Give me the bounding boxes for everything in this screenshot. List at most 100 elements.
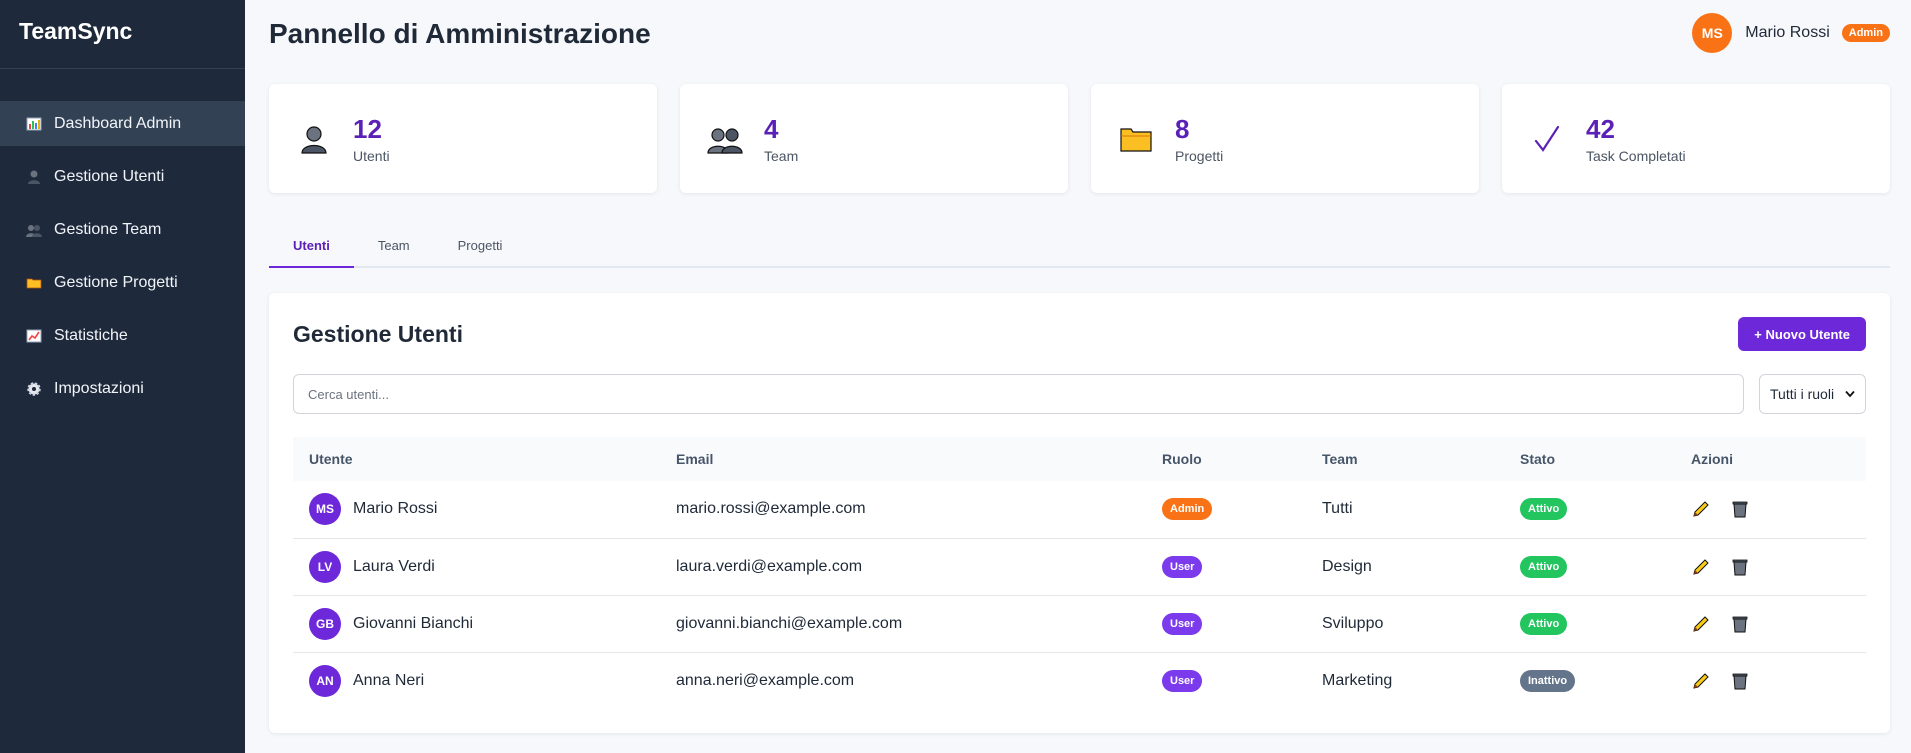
sidebar: TeamSync Dashboard Admin Gestione Utenti… <box>0 0 245 753</box>
trash-icon <box>1732 616 1748 632</box>
role-badge: User <box>1162 555 1203 578</box>
tab-utenti[interactable]: Utenti <box>269 228 354 268</box>
stat-label: Team <box>764 147 799 164</box>
line-chart-icon <box>25 327 43 345</box>
stats-row: 12 Utenti 4 Team 8 Progetti 42 Task Comp… <box>269 84 1890 193</box>
table-row: GB Giovanni Bianchi giovanni.bianchi@exam… <box>293 595 1866 653</box>
sidebar-item-gestione-progetti[interactable]: Gestione Progetti <box>0 260 245 305</box>
pencil-icon <box>1693 558 1709 575</box>
role-badge: User <box>1162 612 1203 635</box>
table-row: AN Anna Neri anna.neri@example.com User M… <box>293 652 1866 709</box>
check-icon <box>1527 119 1567 159</box>
column-header: Team <box>1306 437 1504 481</box>
stat-label: Progetti <box>1175 147 1224 164</box>
stat-value: 4 <box>764 113 779 144</box>
trash-icon <box>1732 501 1748 518</box>
column-header: Stato <box>1504 437 1675 481</box>
user-name: Giovanni Bianchi <box>353 614 474 632</box>
avatar: MS <box>309 493 341 526</box>
user-email: anna.neri@example.com <box>676 671 855 689</box>
user-icon <box>25 168 43 186</box>
sidebar-item-impostazioni[interactable]: Impostazioni <box>0 366 245 411</box>
tab-bar: Utenti Team Progetti <box>269 228 1890 268</box>
users-table: Utente Email Ruolo Team Stato Azioni MS M… <box>293 437 1866 709</box>
column-header: Ruolo <box>1146 437 1306 481</box>
delete-button[interactable] <box>1730 557 1750 577</box>
user-name: Mario Rossi <box>353 500 438 518</box>
users-icon <box>25 221 43 239</box>
sidebar-item-gestione-team[interactable]: Gestione Team <box>0 207 245 252</box>
edit-button[interactable] <box>1691 614 1711 634</box>
role-badge: User <box>1162 669 1203 692</box>
status-badge: Attivo <box>1520 498 1568 521</box>
users-panel: Gestione Utenti + Nuovo Utente Tutti i r… <box>269 293 1890 733</box>
brand-logo[interactable]: TeamSync <box>0 0 245 69</box>
delete-button[interactable] <box>1730 499 1750 519</box>
new-user-button[interactable]: + Nuovo Utente <box>1738 317 1866 351</box>
role-filter-select[interactable]: Tutti i ruoli <box>1759 374 1866 414</box>
sidebar-item-gestione-utenti[interactable]: Gestione Utenti <box>0 154 245 199</box>
pencil-icon <box>1693 501 1709 517</box>
user-menu[interactable]: MS Mario Rossi Admin <box>1692 13 1890 53</box>
stat-value: 8 <box>1175 113 1190 144</box>
user-icon <box>294 119 334 159</box>
user-team: Marketing <box>1322 671 1393 689</box>
user-email: mario.rossi@example.com <box>660 481 1146 539</box>
sidebar-item-label: Gestione Progetti <box>54 273 178 291</box>
sidebar-item-label: Statistiche <box>54 326 128 344</box>
user-team: Sviluppo <box>1306 595 1504 653</box>
sidebar-item-label: Dashboard Admin <box>54 114 182 132</box>
user-name: Laura Verdi <box>353 557 435 575</box>
page-title: Pannello di Amministrazione <box>269 18 651 49</box>
stat-card-task-completati: 42 Task Completati <box>1502 84 1890 193</box>
pencil-icon <box>1693 673 1709 689</box>
avatar: GB <box>309 607 341 640</box>
edit-button[interactable] <box>1691 671 1711 691</box>
user-name: Anna Neri <box>353 671 425 689</box>
chevron-down-icon <box>1845 390 1855 398</box>
stat-label: Utenti <box>353 147 390 164</box>
tab-progetti[interactable]: Progetti <box>434 228 527 268</box>
trash-icon <box>1732 559 1748 575</box>
search-input[interactable] <box>293 374 1744 414</box>
avatar: LV <box>309 550 341 583</box>
gear-icon <box>25 380 43 398</box>
user-team: Design <box>1306 538 1504 596</box>
avatar: AN <box>309 664 341 697</box>
column-header: Email <box>660 437 1146 481</box>
sidebar-item-label: Gestione Utenti <box>54 167 165 185</box>
column-header: Azioni <box>1675 437 1866 481</box>
user-team: Tutti <box>1306 481 1504 539</box>
stat-card-utenti: 12 Utenti <box>269 84 657 193</box>
delete-button[interactable] <box>1730 671 1750 691</box>
trash-icon <box>1732 673 1748 690</box>
edit-button[interactable] <box>1691 499 1711 519</box>
stat-card-progetti: 8 Progetti <box>1091 84 1479 193</box>
sidebar-item-dashboard-admin[interactable]: Dashboard Admin <box>0 101 245 146</box>
status-badge: Attivo <box>1520 612 1568 635</box>
column-header: Utente <box>293 437 660 481</box>
role-badge: Admin <box>1162 498 1213 521</box>
role-filter-value: Tutti i ruoli <box>1770 386 1835 402</box>
user-name: Mario Rossi <box>1745 24 1830 41</box>
edit-button[interactable] <box>1691 557 1711 577</box>
stat-value: 12 <box>353 113 382 144</box>
avatar[interactable]: MS <box>1692 13 1733 53</box>
panel-title: Gestione Utenti <box>293 321 463 347</box>
pencil-icon <box>1693 615 1709 632</box>
stat-value: 42 <box>1586 113 1615 144</box>
user-email: laura.verdi@example.com <box>660 538 1146 596</box>
tab-team[interactable]: Team <box>354 228 434 268</box>
sidebar-nav: Dashboard Admin Gestione Utenti Gestione… <box>0 101 245 411</box>
stat-card-team: 4 Team <box>680 84 1068 193</box>
users-icon <box>705 119 745 159</box>
status-badge: Attivo <box>1520 555 1568 578</box>
delete-button[interactable] <box>1730 614 1750 634</box>
role-badge: Admin <box>1841 24 1890 42</box>
sidebar-item-label: Gestione Team <box>54 220 162 238</box>
user-email: giovanni.bianchi@example.com <box>660 595 1146 653</box>
table-header-row: Utente Email Ruolo Team Stato Azioni <box>293 437 1866 481</box>
sidebar-item-statistiche[interactable]: Statistiche <box>0 313 245 358</box>
sidebar-item-label: Impostazioni <box>54 379 144 397</box>
folder-icon <box>25 274 43 292</box>
